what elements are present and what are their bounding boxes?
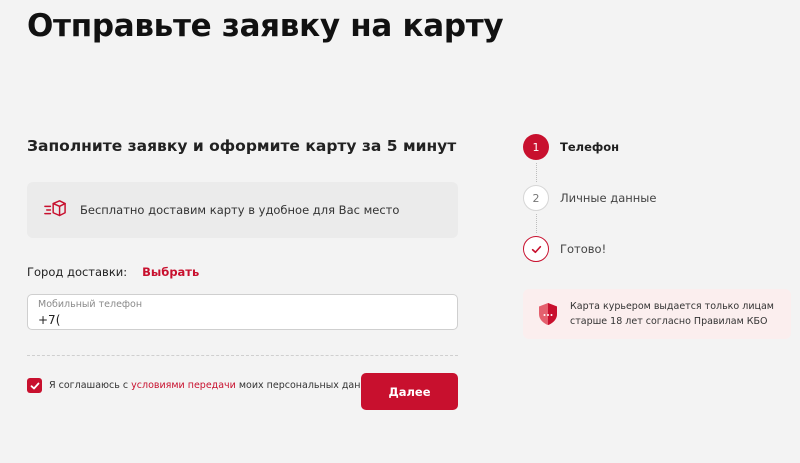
phone-field-label: Мобильный телефон	[38, 299, 143, 310]
step-number: 1	[523, 134, 549, 160]
step-number: 2	[523, 185, 549, 211]
consent-checkbox[interactable]	[27, 378, 42, 393]
consent-text-after: моих персональных данных	[238, 380, 380, 391]
step-phone: 1 Телефон	[523, 134, 619, 160]
delivery-info-text: Бесплатно доставим карту в удобное для В…	[80, 203, 400, 217]
consent-terms-link[interactable]: условиями передачи	[131, 380, 236, 391]
consent-text-before: Я соглашаюсь с	[49, 380, 129, 391]
checkmark-icon	[30, 382, 39, 389]
shield-icon	[539, 303, 557, 325]
city-label: Город доставки:	[27, 265, 128, 279]
city-row: Город доставки: Выбрать	[27, 265, 199, 279]
checkmark-icon	[531, 245, 541, 253]
delivery-info-box: Бесплатно доставим карту в удобное для В…	[27, 182, 458, 238]
step-connector	[536, 163, 537, 182]
age-notice-line1: Карта курьером выдается только лицам	[570, 301, 774, 312]
step-check-circle	[523, 236, 549, 262]
next-button[interactable]: Далее	[361, 373, 458, 410]
phone-field[interactable]: Мобильный телефон +7(	[27, 294, 458, 330]
consent-row: Я соглашаюсь с условиями передачи моих п…	[27, 378, 380, 393]
age-notice-text: Карта курьером выдается только лицам ста…	[570, 299, 774, 329]
step-label: Телефон	[560, 140, 620, 154]
phone-input[interactable]: +7(	[38, 313, 60, 327]
step-done: Готово!	[523, 236, 606, 262]
consent-text: Я соглашаюсь с условиями передачи моих п…	[49, 380, 380, 391]
delivery-box-icon	[44, 200, 66, 217]
age-notice: Карта курьером выдается только лицам ста…	[523, 289, 791, 339]
age-notice-line2: старше 18 лет согласно Правилам КБО	[570, 316, 768, 327]
step-connector	[536, 214, 537, 233]
form-subtitle: Заполните заявку и оформите карту за 5 м…	[27, 137, 457, 155]
step-personal-data: 2 Личные данные	[523, 185, 656, 211]
page-title: Отправьте заявку на карту	[27, 8, 504, 44]
step-label: Личные данные	[560, 191, 657, 205]
step-label: Готово!	[560, 242, 607, 256]
city-select-link[interactable]: Выбрать	[142, 265, 199, 279]
divider	[27, 355, 458, 356]
